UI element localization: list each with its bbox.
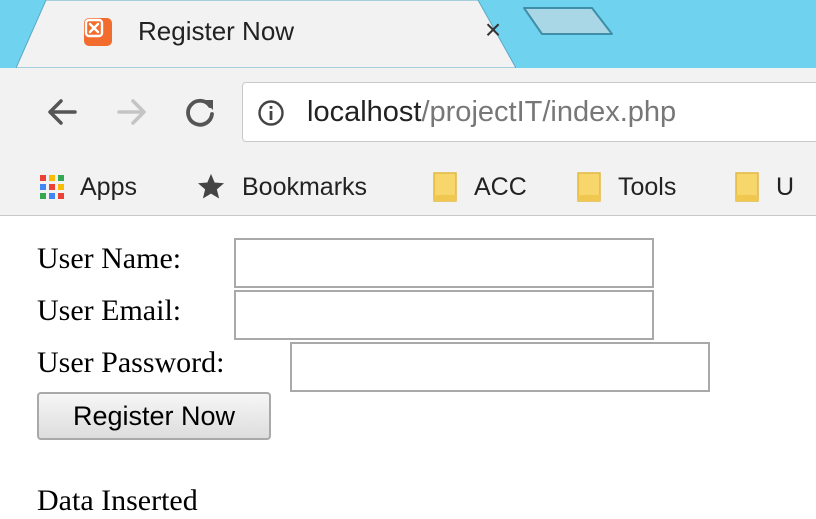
url-host: localhost <box>307 96 422 128</box>
bookmark-label: Apps <box>80 172 137 201</box>
reload-button[interactable] <box>178 90 222 134</box>
bookmark-folder-tools[interactable]: Tools <box>576 166 676 208</box>
bookmark-apps[interactable]: Apps <box>40 166 137 208</box>
forward-button[interactable] <box>110 90 154 134</box>
bookmark-label: Bookmarks <box>242 172 368 201</box>
register-now-button[interactable]: Register Now <box>37 392 271 440</box>
tab-close-icon[interactable]: × <box>479 15 507 45</box>
xampp-icon <box>84 18 112 46</box>
username-label: User Name: <box>37 242 182 275</box>
url-path: /projectIT/index.php <box>421 96 677 128</box>
folder-icon <box>576 171 602 203</box>
apps-grid-icon <box>40 175 64 199</box>
folder-icon <box>432 171 458 203</box>
info-icon[interactable] <box>257 99 285 127</box>
bookmark-label: ACC <box>474 172 527 201</box>
star-icon <box>196 172 226 202</box>
folder-icon <box>734 171 760 203</box>
back-arrow-icon <box>48 99 77 125</box>
bookmark-folder-u[interactable]: U <box>734 166 794 208</box>
forward-arrow-icon <box>117 99 146 125</box>
status-message: Data Inserted <box>37 484 198 517</box>
bookmarks-bar: Apps Bookmarks ACC Tools U <box>0 158 816 216</box>
address-bar[interactable]: localhost/projectIT/index.php <box>242 82 816 142</box>
bookmark-folder-acc[interactable]: ACC <box>432 166 527 208</box>
back-button[interactable] <box>40 90 84 134</box>
username-input[interactable] <box>234 238 654 288</box>
tab-register-now[interactable]: Register Now × <box>16 0 516 68</box>
browser-toolbar: localhost/projectIT/index.php <box>0 68 816 158</box>
bookmark-label: U <box>776 172 795 201</box>
reload-icon <box>186 98 214 127</box>
tab-strip: Register Now × <box>0 0 816 68</box>
bookmark-label: Tools <box>618 172 677 201</box>
email-label: User Email: <box>37 294 182 327</box>
tab-title: Register Now <box>138 16 295 46</box>
bookmark-bookmarks[interactable]: Bookmarks <box>196 166 367 208</box>
email-input[interactable] <box>234 290 654 340</box>
new-tab-button[interactable] <box>522 6 614 41</box>
password-input[interactable] <box>290 342 710 392</box>
password-label: User Password: <box>37 346 225 379</box>
url-text: localhost/projectIT/index.php <box>307 96 676 129</box>
new-tab-icon <box>523 7 613 35</box>
